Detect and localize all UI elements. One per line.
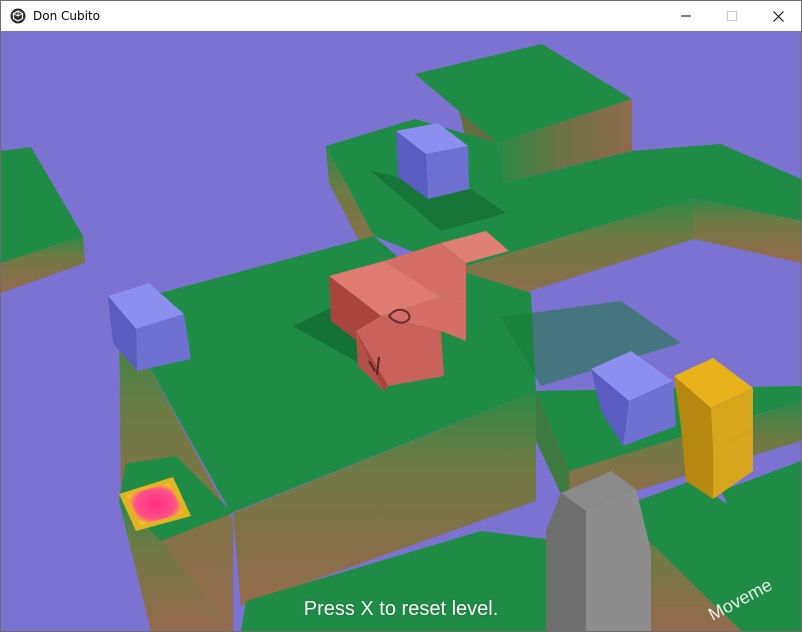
close-icon — [772, 10, 784, 22]
island-far-left — [1, 147, 85, 293]
window-title: Don Cubito — [33, 9, 100, 23]
title-bar[interactable]: Don Cubito — [1, 1, 801, 31]
level-scene — [1, 44, 801, 631]
close-button[interactable] — [755, 1, 801, 31]
maximize-icon — [727, 11, 737, 21]
yellow-block-stack — [674, 358, 753, 499]
game-viewport[interactable]: Press X to reset level. Moveme — [1, 31, 801, 631]
minimize-button[interactable] — [663, 1, 709, 31]
game-window: Don Cubito Press X to reset level. Movem… — [0, 0, 802, 632]
minimize-icon — [681, 15, 691, 17]
reset-hint-text: Press X to reset level. — [303, 598, 499, 620]
game-engine-icon — [10, 8, 26, 24]
maximize-button[interactable] — [709, 1, 755, 31]
window-controls — [663, 1, 801, 31]
